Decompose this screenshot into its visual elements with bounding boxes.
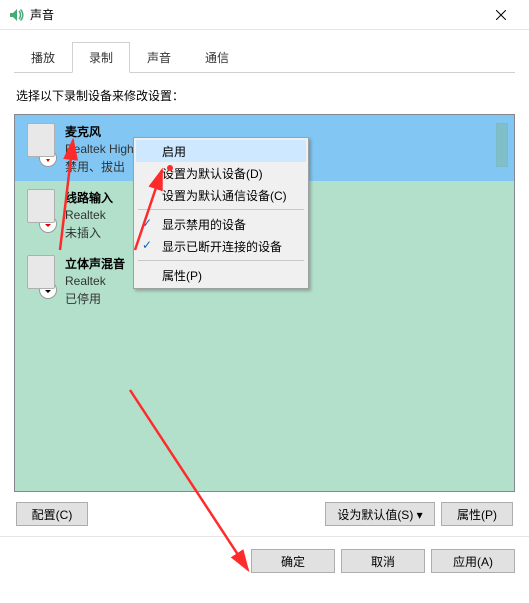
menu-set-default[interactable]: 设置为默认设备(D) [136, 162, 306, 184]
context-menu: 启用 设置为默认设备(D) 设置为默认通信设备(C) ✓ 显示禁用的设备 ✓ 显示已… [133, 137, 309, 289]
apply-button[interactable]: 应用(A) [431, 549, 515, 573]
configure-button[interactable]: 配置(C) [16, 502, 88, 526]
level-meter [496, 123, 508, 167]
menu-show-disconnected[interactable]: ✓ 显示已断开连接的设备 [136, 235, 306, 257]
tab-sounds[interactable]: 声音 [130, 42, 188, 73]
device-driver: Realtek [65, 208, 113, 222]
menu-separator [138, 260, 304, 261]
tab-recording[interactable]: 录制 [72, 42, 130, 73]
device-state: 已停用 [65, 290, 125, 307]
device-driver: Realtek [65, 274, 125, 288]
titlebar: 声音 [0, 0, 529, 30]
device-name: 立体声混音 [65, 255, 125, 272]
device-icon-col [23, 189, 59, 233]
sound-appicon [8, 7, 24, 23]
linein-icon [27, 189, 55, 223]
instruction-text: 选择以下录制设备来修改设置： [16, 87, 515, 104]
tab-communications[interactable]: 通信 [188, 42, 246, 73]
menu-enable[interactable]: 启用 [136, 140, 306, 162]
menu-label: 属性(P) [162, 267, 202, 284]
tab-strip: 播放 录制 声音 通信 [14, 42, 515, 73]
menu-label: 启用 [162, 143, 186, 160]
device-icon-col [23, 123, 59, 167]
dialog-button-row: 确定 取消 应用(A) [0, 536, 529, 585]
cancel-button[interactable]: 取消 [341, 549, 425, 573]
menu-label: 设置为默认通信设备(C) [162, 187, 287, 204]
device-text: 线路输入 Realtek 未插入 [65, 189, 113, 241]
menu-show-disabled[interactable]: ✓ 显示禁用的设备 [136, 213, 306, 235]
device-name: 线路输入 [65, 189, 113, 206]
window-title: 声音 [30, 6, 481, 23]
stereomix-icon [27, 255, 55, 289]
ok-button[interactable]: 确定 [251, 549, 335, 573]
tab-playback[interactable]: 播放 [14, 42, 72, 73]
microphone-icon [27, 123, 55, 157]
tab-button-row: 配置(C) 设为默认值(S) ▾ 属性(P) [14, 502, 515, 526]
check-icon: ✓ [142, 216, 152, 230]
menu-set-comm-default[interactable]: 设置为默认通信设备(C) [136, 184, 306, 206]
set-default-button[interactable]: 设为默认值(S) ▾ [325, 502, 435, 526]
device-text: 立体声混音 Realtek 已停用 [65, 255, 125, 307]
properties-button[interactable]: 属性(P) [441, 502, 513, 526]
device-icon-col [23, 255, 59, 299]
close-button[interactable] [481, 1, 521, 29]
dialog-body: 播放 录制 声音 通信 选择以下录制设备来修改设置： 麦克风 Realtek H… [0, 30, 529, 526]
device-list: 麦克风 Realtek High Definition Audio 禁用、拔出 … [14, 114, 515, 492]
menu-label: 显示已断开连接的设备 [162, 238, 282, 255]
menu-properties[interactable]: 属性(P) [136, 264, 306, 286]
menu-label: 显示禁用的设备 [162, 216, 246, 233]
menu-label: 设置为默认设备(D) [162, 165, 263, 182]
device-state: 未插入 [65, 224, 113, 241]
menu-separator [138, 209, 304, 210]
check-icon: ✓ [142, 238, 152, 252]
